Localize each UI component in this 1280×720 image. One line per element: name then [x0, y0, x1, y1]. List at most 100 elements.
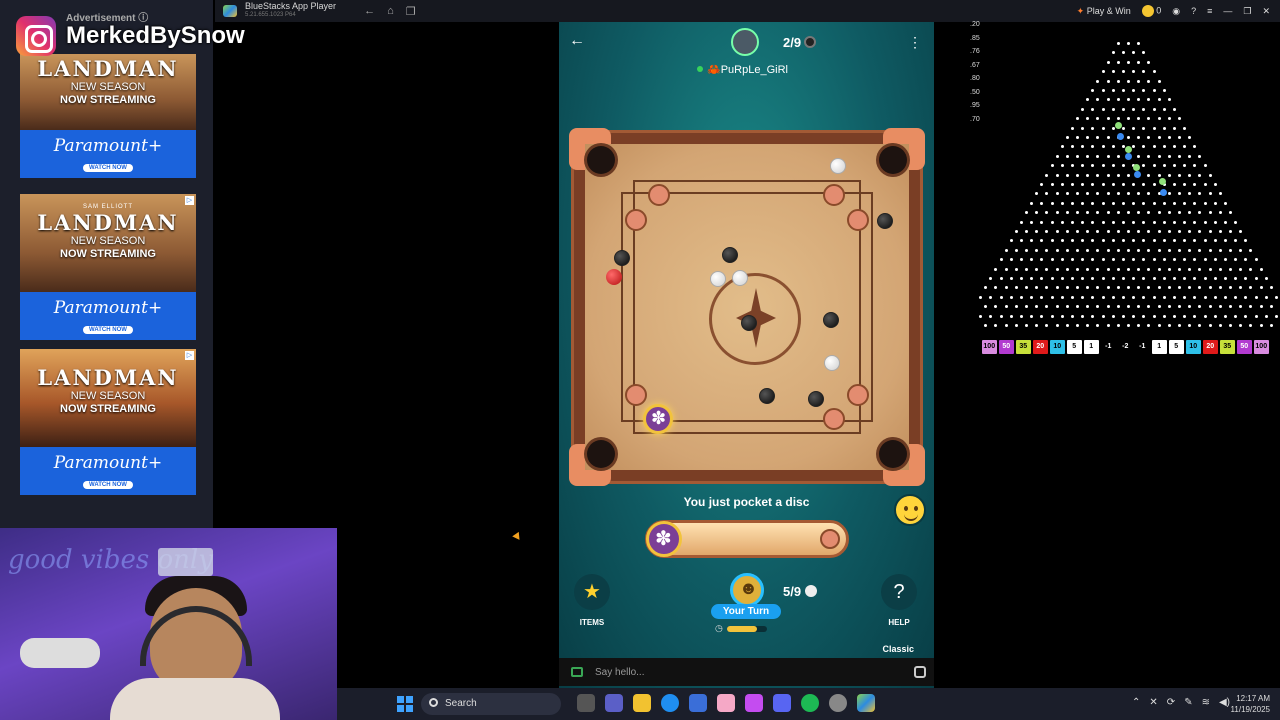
ad-cta-button[interactable]: WATCH NOW — [83, 326, 133, 334]
play-win-button[interactable]: ✦ Play & Win — [1077, 6, 1131, 17]
plinko-peg — [1234, 220, 1238, 224]
plinko-peg — [1009, 258, 1013, 262]
more-menu-icon[interactable]: ⋮ — [908, 34, 922, 51]
plinko-peg — [1147, 117, 1151, 121]
plinko-peg — [1147, 305, 1151, 309]
volume-icon[interactable]: ◀) — [1219, 697, 1230, 708]
home-icon[interactable]: ⌂ — [387, 5, 394, 18]
opponent-avatar[interactable] — [731, 28, 759, 56]
restore-icon[interactable]: ❐ — [1243, 6, 1251, 17]
plinko-peg — [1167, 117, 1171, 121]
plinko-peg — [1208, 173, 1212, 177]
plinko-peg — [1121, 220, 1125, 224]
store-icon[interactable] — [689, 694, 707, 712]
plinko-peg — [1070, 295, 1074, 299]
tabs-icon[interactable]: ❐ — [406, 5, 416, 18]
plinko-peg — [1162, 314, 1166, 318]
plinko-peg — [1040, 201, 1044, 205]
plinko-peg — [1244, 258, 1248, 262]
carrom-board[interactable] — [569, 128, 925, 486]
discord-icon[interactable] — [773, 694, 791, 712]
taskbar-search[interactable]: Search — [421, 693, 561, 715]
plinko-peg — [1152, 295, 1156, 299]
minimize-icon[interactable]: — — [1223, 6, 1232, 16]
plinko-peg — [979, 295, 983, 299]
plinko-peg — [1025, 230, 1028, 233]
mute-icon[interactable]: ✕ — [1149, 697, 1157, 708]
bluestacks-icon[interactable] — [857, 694, 875, 712]
plinko-peg — [1157, 98, 1161, 102]
plinko-ball — [1159, 178, 1166, 185]
ad-banner-1[interactable]: LANDMAN NEW SEASON NOW STREAMING Paramou… — [20, 54, 196, 178]
plinko-peg — [1137, 286, 1141, 290]
striker[interactable] — [643, 404, 673, 434]
board-surface[interactable] — [585, 144, 909, 470]
plinko-peg — [1142, 220, 1146, 224]
wifi-icon[interactable]: ≋ — [1202, 697, 1210, 708]
chevron-up-icon[interactable]: ⌃ — [1132, 697, 1140, 708]
baseline-circle — [625, 384, 647, 406]
ad-banner-3[interactable]: ▷ LANDMAN NEW SEASON NOW STREAMING Param… — [20, 349, 196, 495]
plinko-peg — [1014, 286, 1018, 290]
file-explorer-icon[interactable] — [633, 694, 651, 712]
plinko-peg — [1014, 248, 1018, 252]
back-arrow-icon[interactable]: ← — [569, 32, 585, 50]
ad-cta-button[interactable]: WATCH NOW — [83, 481, 133, 489]
ad-cta-button[interactable]: WATCH NOW — [83, 164, 133, 172]
app-icon[interactable] — [717, 694, 735, 712]
plinko-peg — [1035, 192, 1039, 196]
pen-icon[interactable]: ✎ — [1184, 697, 1192, 708]
plinko-peg — [1096, 117, 1100, 121]
chat-input[interactable]: Say hello... — [595, 667, 644, 678]
plinko-peg — [1203, 239, 1207, 243]
close-icon[interactable]: ✕ — [1262, 6, 1270, 17]
menu-icon[interactable]: ≡ — [1207, 6, 1212, 16]
emoji-button[interactable] — [894, 494, 926, 526]
plinko-peg — [1055, 173, 1059, 177]
plinko-ball — [1117, 133, 1124, 140]
sync-icon[interactable]: ⟳ — [1167, 697, 1175, 708]
plinko-peg — [1065, 136, 1069, 139]
plinko-peg — [1070, 258, 1074, 262]
plinko-peg — [1040, 183, 1044, 186]
teams-icon[interactable] — [605, 694, 623, 712]
player-avatar[interactable] — [730, 573, 764, 607]
plinko-peg — [1172, 126, 1176, 130]
edge-icon[interactable] — [661, 694, 679, 712]
items-button[interactable]: ★ ITEMS — [570, 574, 614, 627]
start-button[interactable] — [397, 696, 413, 712]
back-icon[interactable]: ← — [364, 5, 375, 18]
ad-banner-2[interactable]: ▷ SAM ELLIOTT LANDMAN NEW SEASON NOW STR… — [20, 194, 196, 340]
help-button[interactable]: ? HELP — [877, 574, 921, 627]
plinko-peg — [1014, 324, 1018, 327]
account-icon[interactable]: ◉ — [1172, 6, 1180, 17]
obs-icon[interactable] — [829, 694, 847, 712]
plinko-peg — [1127, 211, 1130, 215]
plinko-peg — [989, 277, 993, 280]
plinko-peg — [1223, 258, 1227, 262]
striker-slider-handle[interactable] — [646, 521, 682, 557]
coin-balance[interactable]: 0 — [1141, 5, 1161, 17]
plinko-peg — [1025, 286, 1028, 290]
striker-slider[interactable] — [645, 520, 849, 558]
task-view-icon[interactable] — [577, 694, 595, 712]
plinko-peg — [1142, 70, 1146, 74]
plinko-peg — [1106, 117, 1110, 121]
plinko-peg — [1157, 154, 1161, 158]
sticker-icon[interactable] — [914, 666, 926, 678]
copilot-icon[interactable] — [745, 694, 763, 712]
plinko-peg — [1060, 164, 1064, 168]
spotify-icon[interactable] — [801, 694, 819, 712]
ad-close-icon[interactable]: ▷ — [185, 196, 194, 205]
clock[interactable]: 12:17 AM 11/19/2025 — [1231, 693, 1270, 715]
plinko-peg — [1132, 51, 1136, 55]
plinko-peg — [1142, 164, 1146, 168]
help-circle-icon[interactable]: ? — [1191, 6, 1196, 16]
ad-close-icon[interactable]: ▷ — [185, 351, 194, 360]
plinko-peg — [1070, 239, 1074, 243]
plinko-peg — [1030, 239, 1034, 243]
chat-bar[interactable]: Say hello... — [559, 658, 934, 686]
game-mode-label: Classic — [882, 644, 914, 654]
plinko-peg — [1035, 211, 1039, 215]
plinko-peg — [1229, 230, 1232, 233]
